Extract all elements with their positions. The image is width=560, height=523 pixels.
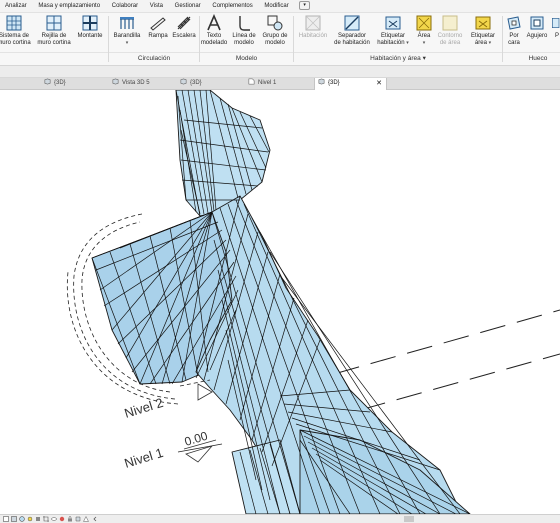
area-icon [416, 15, 432, 31]
wall-opening-button[interactable]: P [550, 14, 560, 40]
curtain-grid-icon [46, 15, 62, 31]
worksharing-icon[interactable] [75, 516, 81, 522]
curtain-system-icon [6, 15, 22, 31]
level-1-label: Nivel 1 [122, 445, 164, 471]
chevron-down-icon: ▾ [488, 40, 492, 46]
model-text-button[interactable]: Texto modelado [199, 14, 229, 47]
3d-view-icon [112, 78, 119, 85]
close-icon[interactable]: ✕ [376, 78, 382, 89]
panel-label-model: Modelo [200, 52, 293, 65]
room-separator-button[interactable]: Separador de habitación [330, 14, 374, 47]
ramp-icon [150, 17, 166, 31]
model-group-icon [267, 15, 283, 31]
mullion-icon [82, 15, 98, 31]
panel-label-curtain [0, 52, 108, 65]
area-boundary-icon [442, 15, 458, 31]
panel-label-circulation: Circulación [109, 52, 199, 65]
tag-area-icon [475, 16, 491, 30]
horizontal-scrollbar-thumb[interactable] [404, 516, 414, 522]
area-boundary-button[interactable]: Contorno de área [434, 14, 466, 47]
detail-level-icon[interactable] [11, 516, 17, 522]
tab-3d-active[interactable]: {3D} ✕ [314, 78, 387, 90]
curtain-grid-button[interactable]: Rejilla de muro cortina [34, 14, 74, 47]
area-button[interactable]: Área ▾ [412, 14, 436, 47]
tab-vista-3d-5[interactable]: Vista 3D 5 [112, 78, 150, 89]
shaft-icon [530, 16, 544, 30]
chevron-down-icon: ▾ [406, 40, 409, 46]
3d-viewport[interactable]: Nivel 2 Nivel 1 0.00 [0, 90, 560, 514]
chevron-down-icon: ▾ [125, 40, 129, 46]
tab-3d-2[interactable]: {3D} [180, 78, 202, 89]
sun-path-icon[interactable] [27, 516, 33, 522]
wall-opening-icon [552, 18, 560, 28]
level-lines [333, 309, 560, 411]
menu-modificar[interactable]: Modificar [259, 0, 293, 12]
floor-plan-icon [248, 78, 255, 85]
view-tab-bar: {3D} Vista 3D 5 {3D} Nivel 1 {3D} ✕ [0, 78, 560, 90]
railing-icon [120, 17, 134, 29]
tab-3d-1[interactable]: {3D} [44, 78, 66, 89]
model-group-button[interactable]: Grupo de modelo [259, 14, 291, 47]
3d-model-canvas[interactable]: Nivel 2 Nivel 1 0.00 [0, 90, 560, 514]
tab-nivel-1[interactable]: Nivel 1 [248, 78, 276, 89]
chevron-down-icon: ▾ [422, 40, 426, 46]
room-icon [305, 15, 321, 31]
level-marker-nivel-1[interactable]: Nivel 1 0.00 [122, 429, 223, 471]
model-line-button[interactable]: Línea de modelo [229, 14, 259, 47]
tag-room-button[interactable]: Etiquetar habitación ▾ [374, 14, 412, 47]
ribbon-gap [0, 66, 560, 78]
menu-bar: Analizar Masa y emplazamiento Colaborar … [0, 0, 560, 13]
crop-view-icon[interactable] [43, 516, 49, 522]
room-button[interactable]: Habitación [294, 14, 332, 40]
tag-area-button[interactable]: Etiquetar área ▾ [466, 14, 500, 47]
lock-view-icon[interactable] [67, 516, 73, 522]
curtain-system-button[interactable]: Sistema de muro cortina [0, 14, 34, 47]
chevron-left-icon[interactable] [92, 516, 98, 522]
menu-masa-emplazamiento[interactable]: Masa y emplazamiento [33, 0, 105, 12]
3d-view-icon [180, 78, 187, 85]
by-face-button[interactable]: Por cara [502, 14, 526, 47]
chevron-down-icon: ▾ [303, 1, 306, 8]
menu-analizar[interactable]: Analizar [0, 0, 32, 12]
ramp-button[interactable]: Rampa [145, 14, 171, 40]
3d-view-icon [44, 78, 51, 85]
ribbon: Sistema de muro cortina Rejilla de muro … [0, 13, 560, 66]
menu-colaborar[interactable]: Colaborar [107, 0, 143, 12]
reveal-hidden-icon[interactable] [59, 516, 65, 522]
menu-vista[interactable]: Vista [145, 0, 168, 12]
menu-complementos[interactable]: Complementos [207, 0, 257, 12]
model-line-icon [239, 16, 250, 31]
by-face-icon [507, 16, 521, 30]
level-marker-nivel-2[interactable]: Nivel 2 [122, 379, 213, 421]
chevron-down-icon: ▾ [422, 55, 426, 62]
3d-view-icon [318, 78, 325, 85]
menu-gestionar[interactable]: Gestionar [170, 0, 206, 12]
panel-label-opening: Hueco [503, 52, 560, 65]
shadows-icon[interactable] [35, 516, 41, 522]
visual-style-icon[interactable] [19, 516, 25, 522]
analytical-model-icon[interactable] [83, 516, 89, 522]
railing-button[interactable]: Barandilla ▾ [109, 14, 145, 47]
panel-label-room-area[interactable]: Habitación y área ▾ [294, 52, 502, 65]
temporary-hide-icon[interactable] [51, 516, 57, 522]
ribbon-display-dropdown[interactable]: ▾ [299, 0, 310, 10]
tag-room-icon [385, 16, 401, 30]
stair-icon [177, 16, 191, 30]
level-2-label: Nivel 2 [122, 395, 164, 421]
room-separator-icon [344, 15, 360, 31]
mullion-button[interactable]: Montante [74, 14, 106, 40]
stair-button[interactable]: Escalera [170, 14, 198, 40]
scale-icon[interactable] [3, 516, 9, 522]
model-text-icon [207, 14, 221, 31]
shaft-button[interactable]: Agujero [524, 14, 550, 40]
